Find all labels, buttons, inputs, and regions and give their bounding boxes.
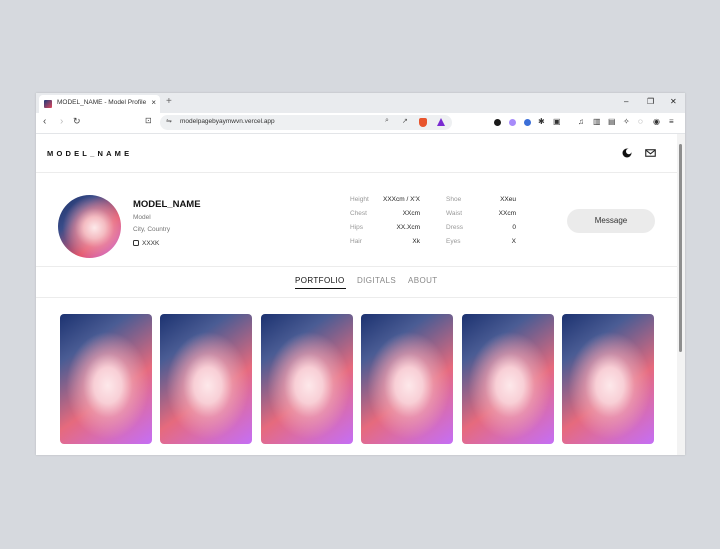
profile-name: MODEL_NAME bbox=[133, 199, 201, 210]
portfolio-image[interactable] bbox=[160, 314, 252, 444]
tab-portfolio[interactable]: PORTFOLIO bbox=[295, 276, 345, 285]
tab-close-icon[interactable]: × bbox=[151, 98, 156, 107]
leo-ai-icon[interactable]: ✧ bbox=[623, 117, 630, 126]
avatar bbox=[58, 195, 121, 258]
portfolio-image[interactable] bbox=[261, 314, 353, 444]
stat-value: XXXcm / X'X bbox=[382, 196, 420, 203]
stat-label: Dress bbox=[446, 224, 463, 231]
profile-tabs: PORTFOLIO DIGITALS ABOUT bbox=[36, 266, 677, 298]
instagram-icon bbox=[133, 240, 139, 246]
moon-icon[interactable] bbox=[622, 148, 632, 158]
browser-toolbar: ‹ › ↻ ⊡ ⇋ modelpagebyaymwvn.vercel.app ⌕… bbox=[36, 113, 685, 134]
bookmark-icon[interactable]: ⊡ bbox=[145, 116, 152, 125]
stat-label: Waist bbox=[446, 210, 463, 217]
new-tab-button[interactable]: + bbox=[166, 96, 172, 107]
profile-role: Model bbox=[133, 214, 151, 221]
instagram-link[interactable]: XXXK bbox=[133, 240, 159, 247]
scrollbar-thumb[interactable] bbox=[679, 144, 682, 352]
tab-digitals[interactable]: DIGITALS bbox=[357, 276, 396, 285]
extension-dark-icon[interactable] bbox=[494, 119, 501, 126]
tab-title: MODEL_NAME - Model Profile bbox=[57, 99, 147, 106]
extension-blue-icon[interactable] bbox=[524, 119, 531, 126]
extensions-puzzle-icon[interactable]: ✱ bbox=[538, 117, 545, 126]
share-icon[interactable]: ↗ bbox=[402, 117, 408, 125]
minimize-button[interactable]: – bbox=[624, 97, 628, 106]
portfolio-image[interactable] bbox=[562, 314, 654, 444]
site-logo[interactable]: MODEL_NAME bbox=[47, 149, 132, 158]
close-window-button[interactable]: ✕ bbox=[670, 97, 677, 106]
profile-location: City, Country bbox=[133, 226, 171, 233]
page-scrollbar[interactable] bbox=[677, 134, 685, 455]
profile-icon[interactable]: ◉ bbox=[653, 117, 660, 126]
stat-value: XXcm bbox=[498, 210, 516, 217]
stat-label: Eyes bbox=[446, 238, 461, 245]
stat-label: Hair bbox=[350, 238, 362, 245]
wallet-icon[interactable]: ▤ bbox=[608, 117, 616, 126]
stat-value: XXcm bbox=[402, 210, 420, 217]
page-content: MODEL_NAME MODEL_NAME Model City, Countr… bbox=[36, 134, 677, 455]
zoom-search-icon[interactable]: ⌕ bbox=[385, 117, 389, 125]
profile-section: MODEL_NAME Model City, Country XXXK Heig… bbox=[36, 172, 677, 267]
site-favicon-icon bbox=[44, 100, 52, 108]
stat-value: XX.Xcm bbox=[396, 224, 420, 231]
screenshot-icon[interactable]: ▣ bbox=[553, 117, 561, 126]
stat-value: X bbox=[511, 238, 516, 245]
forward-arrow-icon[interactable]: › bbox=[60, 116, 63, 127]
rewards-triangle-icon[interactable] bbox=[437, 118, 445, 126]
tab-about[interactable]: ABOUT bbox=[408, 276, 438, 285]
stat-label: Shoe bbox=[446, 196, 462, 203]
portfolio-image[interactable] bbox=[60, 314, 152, 444]
sidebar-icon[interactable]: ▥ bbox=[593, 117, 601, 126]
stat-label: Chest bbox=[350, 210, 367, 217]
site-header: MODEL_NAME bbox=[36, 134, 677, 173]
browser-tab[interactable]: MODEL_NAME - Model Profile × bbox=[39, 95, 160, 113]
stat-label: Hips bbox=[350, 224, 364, 231]
address-bar[interactable]: ⇋ modelpagebyaymwvn.vercel.app ⌕ ↗ bbox=[160, 115, 452, 130]
instagram-followers: XXXK bbox=[142, 240, 160, 247]
message-button[interactable]: Message bbox=[567, 209, 655, 233]
active-tab-indicator bbox=[295, 288, 346, 289]
stat-label: Height bbox=[350, 196, 369, 203]
browser-window: MODEL_NAME - Model Profile × + – ❐ ✕ ‹ ›… bbox=[36, 93, 685, 455]
back-arrow-icon[interactable]: ‹ bbox=[43, 116, 46, 127]
tab-strip: MODEL_NAME - Model Profile × + – ❐ ✕ bbox=[36, 93, 685, 113]
site-settings-icon[interactable]: ⇋ bbox=[166, 117, 172, 125]
portfolio-image[interactable] bbox=[361, 314, 453, 444]
portfolio-image[interactable] bbox=[462, 314, 554, 444]
stat-value: Xk bbox=[412, 238, 420, 245]
stat-value: XXeu bbox=[500, 196, 516, 203]
restore-button[interactable]: ❐ bbox=[647, 97, 654, 106]
vpn-shield-icon[interactable]: ◌ bbox=[638, 117, 643, 126]
brave-shield-icon[interactable] bbox=[419, 118, 427, 127]
music-note-icon[interactable]: ♫ bbox=[578, 117, 584, 126]
mail-icon[interactable] bbox=[645, 148, 656, 158]
url-text: modelpagebyaymwvn.vercel.app bbox=[180, 118, 275, 125]
reload-icon[interactable]: ↻ bbox=[73, 116, 81, 127]
menu-icon[interactable]: ≡ bbox=[669, 117, 674, 126]
extension-purple-icon[interactable] bbox=[509, 119, 516, 126]
stat-value: 0 bbox=[512, 224, 516, 231]
